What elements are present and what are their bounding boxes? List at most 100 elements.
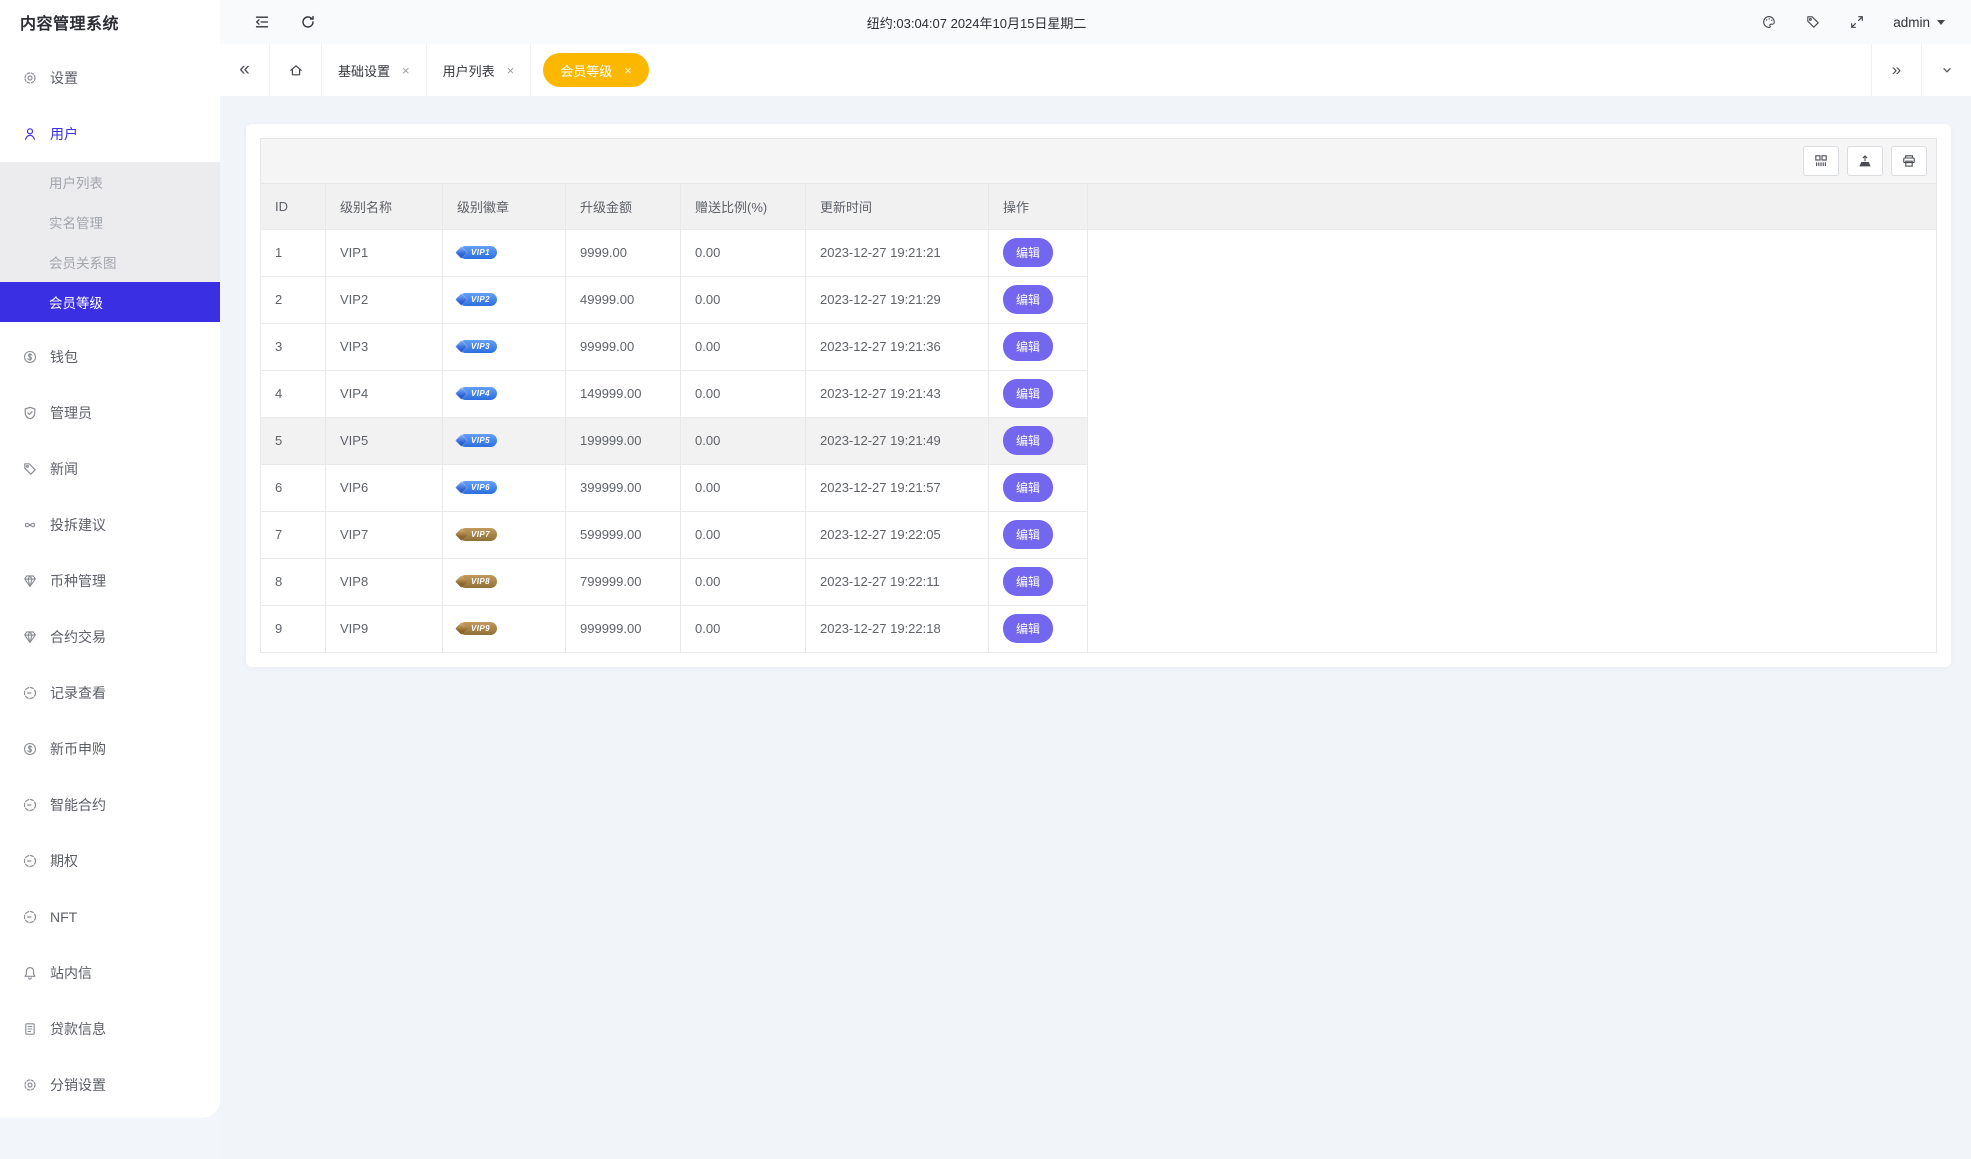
edit-button[interactable]: 编辑 bbox=[1003, 426, 1053, 455]
home-tab[interactable] bbox=[270, 44, 322, 96]
sidebar-item-smart-contract[interactable]: 智能合约 bbox=[0, 777, 220, 833]
cell-amount: 199999.00 bbox=[566, 417, 681, 464]
cell-actions: 编辑 bbox=[989, 370, 1088, 417]
sub-item-label: 实名管理 bbox=[49, 212, 103, 232]
cell-filler bbox=[1088, 370, 1937, 417]
page-content: ID 级别名称 级别徽章 升级金额 赠送比例(%) 更新时间 操作 1 bbox=[220, 96, 1971, 1159]
sidebar-item-label: 设置 bbox=[50, 68, 78, 88]
sidebar-item-label: 合约交易 bbox=[50, 627, 106, 647]
vip-badge: VIP6 bbox=[457, 481, 497, 494]
tab-user-list[interactable]: 用户列表 × bbox=[427, 44, 532, 96]
double-chevron-right-icon: » bbox=[1892, 60, 1901, 80]
app-title: 内容管理系统 bbox=[0, 0, 220, 50]
gem-icon bbox=[22, 629, 38, 645]
cell-badge: VIP9 bbox=[443, 605, 566, 652]
table-row-highlighted: 5 VIP5 VIP5 199999.00 0.00 2023-12-27 19… bbox=[261, 417, 1937, 464]
sidebar-item-loan-info[interactable]: 贷款信息 bbox=[0, 1001, 220, 1057]
tab-actions-dropdown[interactable] bbox=[1921, 44, 1971, 96]
column-header-actions: 操作 bbox=[989, 184, 1088, 229]
records-icon bbox=[22, 685, 38, 701]
sidebar-item-member-level[interactable]: 会员等级 bbox=[0, 282, 220, 322]
sidebar-item-users[interactable]: 用户 bbox=[0, 106, 220, 162]
tabs-scroll-left-button[interactable]: « bbox=[220, 44, 270, 96]
cell-amount: 999999.00 bbox=[566, 605, 681, 652]
tabs-scroll-right-button[interactable]: » bbox=[1871, 44, 1921, 96]
sidebar-item-label: 新闻 bbox=[50, 459, 78, 479]
column-header-updated: 更新时间 bbox=[806, 184, 989, 229]
column-header-name: 级别名称 bbox=[326, 184, 443, 229]
sidebar-item-records[interactable]: 记录查看 bbox=[0, 665, 220, 721]
user-menu[interactable]: admin bbox=[1893, 15, 1945, 30]
cell-id: 9 bbox=[261, 605, 326, 652]
close-icon[interactable]: × bbox=[402, 63, 410, 78]
export-button[interactable] bbox=[1847, 146, 1883, 176]
sidebar-item-member-graph[interactable]: 会员关系图 bbox=[0, 242, 220, 282]
edit-button[interactable]: 编辑 bbox=[1003, 285, 1053, 314]
cell-id: 7 bbox=[261, 511, 326, 558]
edit-button[interactable]: 编辑 bbox=[1003, 520, 1053, 549]
sidebar-item-settings[interactable]: 设置 bbox=[0, 50, 220, 106]
sidebar-item-label: 记录查看 bbox=[50, 683, 106, 703]
sidebar-item-label: 币种管理 bbox=[50, 571, 106, 591]
vip-badge: VIP3 bbox=[457, 340, 497, 353]
cell-ratio: 0.00 bbox=[681, 229, 806, 276]
sidebar-item-wallet[interactable]: 钱包 bbox=[0, 329, 220, 385]
sub-item-label: 会员等级 bbox=[49, 292, 103, 312]
sidebar-item-messages[interactable]: 站内信 bbox=[0, 945, 220, 1001]
edit-button[interactable]: 编辑 bbox=[1003, 567, 1053, 596]
sidebar-item-label: 分销设置 bbox=[50, 1075, 106, 1095]
edit-button[interactable]: 编辑 bbox=[1003, 379, 1053, 408]
sidebar-item-admins[interactable]: 管理员 bbox=[0, 385, 220, 441]
sidebar-item-label: 钱包 bbox=[50, 347, 78, 367]
sidebar-item-label: 智能合约 bbox=[50, 795, 106, 815]
printer-icon bbox=[1901, 153, 1917, 169]
sidebar-item-nft[interactable]: NFT bbox=[0, 889, 220, 945]
sidebar-item-contract-trade[interactable]: 合约交易 bbox=[0, 609, 220, 665]
cell-badge: VIP1 bbox=[443, 229, 566, 276]
cell-badge: VIP8 bbox=[443, 558, 566, 605]
edit-button[interactable]: 编辑 bbox=[1003, 332, 1053, 361]
table-header-row: ID 级别名称 级别徽章 升级金额 赠送比例(%) 更新时间 操作 bbox=[261, 184, 1937, 229]
smart-contract-icon bbox=[22, 797, 38, 813]
sidebar-item-label: 站内信 bbox=[50, 963, 92, 983]
member-level-table: ID 级别名称 级别徽章 升级金额 赠送比例(%) 更新时间 操作 1 bbox=[260, 184, 1937, 653]
table-row: 4 VIP4 VIP4 149999.00 0.00 2023-12-27 19… bbox=[261, 370, 1937, 417]
cell-amount: 799999.00 bbox=[566, 558, 681, 605]
tab-basic-settings[interactable]: 基础设置 × bbox=[322, 44, 427, 96]
cell-updated: 2023-12-27 19:22:11 bbox=[806, 558, 989, 605]
close-icon[interactable]: × bbox=[624, 63, 632, 78]
sidebar: 内容管理系统 设置 用户 用户列表 实名管理 会员关系图 会员等级 钱包 bbox=[0, 0, 220, 1159]
fullscreen-icon[interactable] bbox=[1849, 14, 1865, 30]
tab-member-level[interactable]: 会员等级 × bbox=[543, 53, 649, 87]
sidebar-item-realname[interactable]: 实名管理 bbox=[0, 202, 220, 242]
column-header-badge: 级别徽章 bbox=[443, 184, 566, 229]
print-button[interactable] bbox=[1891, 146, 1927, 176]
column-settings-button[interactable] bbox=[1803, 146, 1839, 176]
sidebar-item-new-coin[interactable]: 新币申购 bbox=[0, 721, 220, 777]
world-clock: 纽约:03:04:07 2024年10月15日星期二 bbox=[254, 13, 1699, 32]
tag-icon bbox=[22, 461, 38, 477]
sidebar-item-user-list[interactable]: 用户列表 bbox=[0, 162, 220, 202]
palette-icon[interactable] bbox=[1761, 14, 1777, 30]
edit-button[interactable]: 编辑 bbox=[1003, 614, 1053, 643]
sidebar-item-coin-management[interactable]: 币种管理 bbox=[0, 553, 220, 609]
top-header: 纽约:03:04:07 2024年10月15日星期二 admin bbox=[220, 0, 1971, 44]
edit-button[interactable]: 编辑 bbox=[1003, 238, 1053, 267]
sidebar-item-feedback[interactable]: 投拆建议 bbox=[0, 497, 220, 553]
column-header-id: ID bbox=[261, 184, 326, 229]
close-icon[interactable]: × bbox=[507, 63, 515, 78]
sidebar-item-options[interactable]: 期权 bbox=[0, 833, 220, 889]
topbar-right-group: admin bbox=[1761, 14, 1945, 30]
cell-name: VIP6 bbox=[326, 464, 443, 511]
tag-icon[interactable] bbox=[1805, 14, 1821, 30]
cell-id: 1 bbox=[261, 229, 326, 276]
cell-ratio: 0.00 bbox=[681, 417, 806, 464]
edit-button[interactable]: 编辑 bbox=[1003, 473, 1053, 502]
cell-badge: VIP5 bbox=[443, 417, 566, 464]
table-row: 3 VIP3 VIP3 99999.00 0.00 2023-12-27 19:… bbox=[261, 323, 1937, 370]
cell-badge: VIP6 bbox=[443, 464, 566, 511]
sidebar-item-distribution[interactable]: 分销设置 bbox=[0, 1057, 220, 1113]
sidebar-item-news[interactable]: 新闻 bbox=[0, 441, 220, 497]
cell-badge: VIP3 bbox=[443, 323, 566, 370]
cell-name: VIP7 bbox=[326, 511, 443, 558]
